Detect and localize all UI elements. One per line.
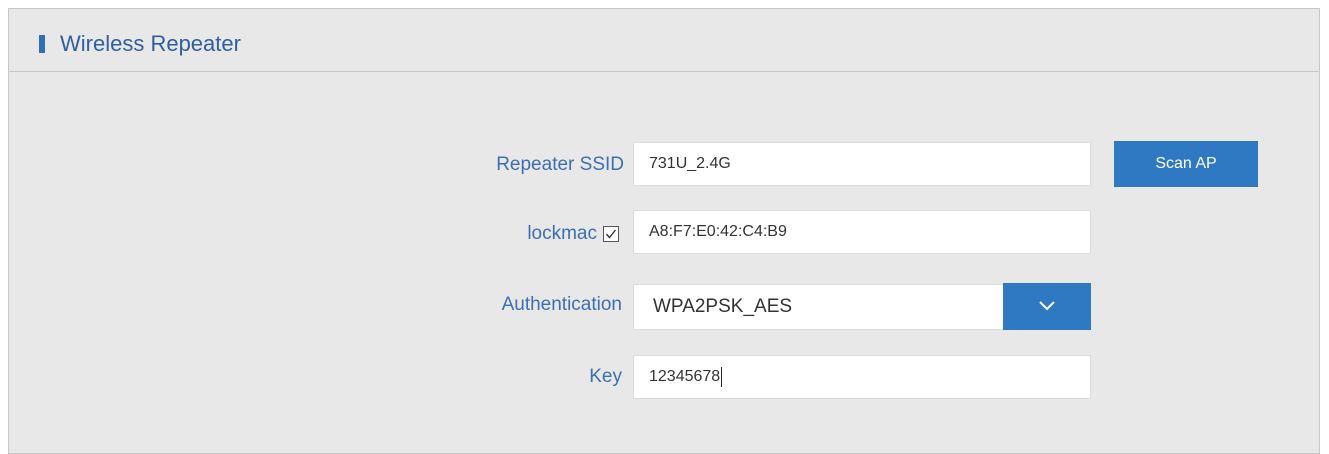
lockmac-checkbox[interactable] bbox=[603, 226, 619, 242]
chevron-down-icon bbox=[1039, 301, 1055, 311]
key-value: 12345678 bbox=[649, 368, 721, 385]
key-input[interactable]: 12345678 bbox=[633, 355, 1091, 399]
authentication-label: Authentication bbox=[501, 294, 622, 315]
section-marker-icon bbox=[39, 35, 45, 53]
scan-ap-button[interactable]: Scan AP bbox=[1114, 141, 1258, 187]
checkmark-icon bbox=[605, 229, 617, 239]
key-label: Key bbox=[589, 366, 622, 387]
lockmac-input[interactable]: A8:F7:E0:42:C4:B9 bbox=[633, 210, 1091, 254]
authentication-dropdown-button[interactable] bbox=[1003, 283, 1091, 330]
page-title: Wireless Repeater bbox=[60, 31, 241, 56]
lockmac-label: lockmac bbox=[527, 223, 597, 244]
ssid-label: Repeater SSID bbox=[496, 154, 624, 175]
panel-header: Wireless Repeater bbox=[9, 9, 1319, 72]
ssid-input[interactable]: 731U_2.4G bbox=[633, 142, 1091, 186]
wireless-repeater-panel: Wireless Repeater Repeater SSID 731U_2.4… bbox=[8, 8, 1320, 454]
authentication-select[interactable]: WPA2PSK_AES bbox=[633, 284, 1005, 330]
text-cursor bbox=[721, 366, 723, 387]
